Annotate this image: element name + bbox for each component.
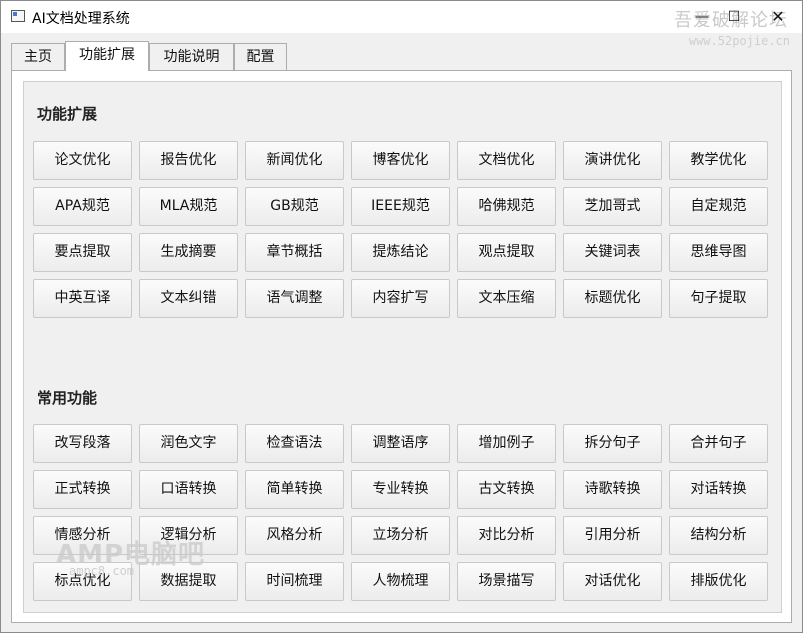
common-function-button[interactable]: 风格分析 bbox=[245, 516, 344, 555]
tab-home[interactable]: 主页 bbox=[11, 43, 65, 70]
section-title-extension: 功能扩展 bbox=[37, 105, 98, 123]
common-function-button[interactable]: 结构分析 bbox=[669, 516, 768, 555]
extension-function-button[interactable]: 内容扩写 bbox=[351, 279, 450, 318]
common-function-button[interactable]: 数据提取 bbox=[139, 562, 238, 601]
extension-function-button[interactable]: 博客优化 bbox=[351, 141, 450, 180]
extension-function-button[interactable]: 生成摘要 bbox=[139, 233, 238, 272]
extension-function-button[interactable]: 哈佛规范 bbox=[457, 187, 556, 226]
extension-function-button[interactable]: 标题优化 bbox=[563, 279, 662, 318]
title-bar[interactable]: AI文档处理系统 吾爱破解论坛 — ☐ ✕ bbox=[1, 1, 802, 33]
common-function-button[interactable]: 排版优化 bbox=[669, 562, 768, 601]
extension-function-button[interactable]: APA规范 bbox=[33, 187, 132, 226]
close-button[interactable]: ✕ bbox=[764, 6, 792, 28]
extension-function-button[interactable]: 文档优化 bbox=[457, 141, 556, 180]
extension-function-button[interactable]: 文本纠错 bbox=[139, 279, 238, 318]
common-function-button[interactable]: 调整语序 bbox=[351, 424, 450, 463]
maximize-button[interactable]: ☐ bbox=[720, 6, 748, 28]
extension-function-button[interactable]: 关键词表 bbox=[563, 233, 662, 272]
extension-function-button[interactable]: 思维导图 bbox=[669, 233, 768, 272]
common-function-button[interactable]: 合并句子 bbox=[669, 424, 768, 463]
extension-function-button[interactable]: 中英互译 bbox=[33, 279, 132, 318]
extension-function-button[interactable]: 演讲优化 bbox=[563, 141, 662, 180]
extension-function-button[interactable]: 报告优化 bbox=[139, 141, 238, 180]
extension-function-button[interactable]: 自定规范 bbox=[669, 187, 768, 226]
extension-function-button[interactable]: 章节概括 bbox=[245, 233, 344, 272]
app-window-icon bbox=[11, 10, 25, 22]
tab-feature-description[interactable]: 功能说明 bbox=[149, 43, 234, 70]
minimize-button[interactable]: — bbox=[688, 6, 716, 28]
common-function-button[interactable]: 对话优化 bbox=[563, 562, 662, 601]
common-function-button[interactable]: 立场分析 bbox=[351, 516, 450, 555]
extension-function-button[interactable]: 语气调整 bbox=[245, 279, 344, 318]
feature-group: 功能扩展 论文优化 报告优化 新闻优化 博客优化 文档优化 演讲优化 教学优化 APA规范 ML… bbox=[23, 81, 782, 613]
tab-settings[interactable]: 配置 bbox=[234, 43, 287, 70]
common-function-button[interactable]: 逻辑分析 bbox=[139, 516, 238, 555]
common-function-button[interactable]: 引用分析 bbox=[563, 516, 662, 555]
common-function-button[interactable]: 口语转换 bbox=[139, 470, 238, 509]
extension-function-button[interactable]: 句子提取 bbox=[669, 279, 768, 318]
common-function-button[interactable]: 情感分析 bbox=[33, 516, 132, 555]
section-title-common: 常用功能 bbox=[37, 389, 98, 407]
common-function-button[interactable]: 古文转换 bbox=[457, 470, 556, 509]
extension-function-button[interactable]: 芝加哥式 bbox=[563, 187, 662, 226]
extension-function-button[interactable]: IEEE规范 bbox=[351, 187, 450, 226]
extension-function-button[interactable]: MLA规范 bbox=[139, 187, 238, 226]
extension-function-button[interactable]: 教学优化 bbox=[669, 141, 768, 180]
extension-function-button[interactable]: 论文优化 bbox=[33, 141, 132, 180]
common-function-button[interactable]: 对比分析 bbox=[457, 516, 556, 555]
common-function-button[interactable]: 简单转换 bbox=[245, 470, 344, 509]
common-function-button[interactable]: 时间梳理 bbox=[245, 562, 344, 601]
extension-function-button[interactable]: 新闻优化 bbox=[245, 141, 344, 180]
tab-content-panel: 功能扩展 论文优化 报告优化 新闻优化 博客优化 文档优化 演讲优化 教学优化 APA规范 ML… bbox=[11, 70, 792, 623]
common-function-button[interactable]: 标点优化 bbox=[33, 562, 132, 601]
common-function-button[interactable]: 拆分句子 bbox=[563, 424, 662, 463]
extension-function-button[interactable]: 文本压缩 bbox=[457, 279, 556, 318]
common-button-grid: 改写段落 润色文字 检查语法 调整语序 增加例子 拆分句子 合并句子正式转换 口语转换 简单转换… bbox=[33, 424, 768, 601]
window-title: AI文档处理系统 bbox=[32, 11, 130, 27]
common-function-button[interactable]: 正式转换 bbox=[33, 470, 132, 509]
common-function-button[interactable]: 润色文字 bbox=[139, 424, 238, 463]
extension-function-button[interactable]: 要点提取 bbox=[33, 233, 132, 272]
common-function-button[interactable]: 改写段落 bbox=[33, 424, 132, 463]
extension-function-button[interactable]: GB规范 bbox=[245, 187, 344, 226]
common-function-button[interactable]: 检查语法 bbox=[245, 424, 344, 463]
extension-button-grid: 论文优化 报告优化 新闻优化 博客优化 文档优化 演讲优化 教学优化 APA规范 MLA规范 GB… bbox=[33, 141, 768, 318]
extension-function-button[interactable]: 观点提取 bbox=[457, 233, 556, 272]
app-window: AI文档处理系统 吾爱破解论坛 — ☐ ✕ www.52pojie.cn 主页 … bbox=[0, 0, 803, 633]
extension-function-button[interactable]: 提炼结论 bbox=[351, 233, 450, 272]
common-function-button[interactable]: 人物梳理 bbox=[351, 562, 450, 601]
common-function-button[interactable]: 诗歌转换 bbox=[563, 470, 662, 509]
tab-feature-extension[interactable]: 功能扩展 bbox=[65, 41, 149, 71]
common-function-button[interactable]: 场景描写 bbox=[457, 562, 556, 601]
common-function-button[interactable]: 对话转换 bbox=[669, 470, 768, 509]
common-function-button[interactable]: 专业转换 bbox=[351, 470, 450, 509]
common-function-button[interactable]: 增加例子 bbox=[457, 424, 556, 463]
tab-bar: 主页 功能扩展 功能说明 配置 bbox=[11, 41, 791, 71]
